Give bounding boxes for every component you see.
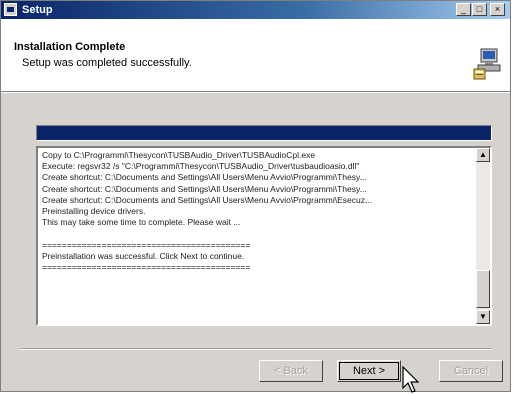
- footer-separator: [21, 348, 492, 350]
- back-button[interactable]: < Back: [259, 360, 323, 382]
- header-panel: Installation Complete Setup was complete…: [1, 19, 510, 91]
- next-button[interactable]: Next >: [337, 360, 401, 382]
- progress-fill: [37, 126, 491, 140]
- window-title: Setup: [22, 4, 53, 16]
- log-line: This may take some time to complete. Ple…: [42, 217, 241, 228]
- scroll-down-arrow-icon[interactable]: ▼: [476, 310, 490, 324]
- log-line: Execute: regsvr32 /s "C:\Programmi\Thesy…: [42, 161, 360, 172]
- minimize-button[interactable]: _: [456, 3, 471, 16]
- log-line: ========================================…: [42, 239, 251, 250]
- log-line: Preinstalling device drivers.: [42, 206, 146, 217]
- log-line: Preinstallation was successful. Click Ne…: [42, 250, 245, 261]
- window-app-icon[interactable]: [4, 3, 17, 16]
- log-scrollbar[interactable]: ▲ ▼: [476, 148, 490, 324]
- maximize-button[interactable]: □: [472, 3, 487, 16]
- setup-window: Setup _ □ × Installation Complete Setup …: [0, 0, 511, 392]
- page-subtitle: Setup was completed successfully.: [22, 57, 192, 69]
- scroll-thumb[interactable]: [476, 270, 490, 308]
- install-progress-bar: [36, 125, 492, 141]
- log-text: Copy to C:\Programmi\Thesycon\TUSBAudio_…: [42, 150, 476, 322]
- install-log[interactable]: Copy to C:\Programmi\Thesycon\TUSBAudio_…: [36, 146, 492, 326]
- scroll-up-arrow-icon[interactable]: ▲: [476, 148, 490, 162]
- close-button[interactable]: ×: [490, 3, 505, 16]
- log-line: Copy to C:\Programmi\Thesycon\TUSBAudio_…: [42, 150, 316, 160]
- page-title: Installation Complete: [14, 41, 126, 53]
- title-bar[interactable]: Setup _ □ ×: [1, 1, 510, 19]
- cancel-button[interactable]: Cancel: [439, 360, 503, 382]
- log-line: ========================================…: [42, 262, 251, 273]
- log-line: Create shortcut: C:\Documents and Settin…: [42, 172, 367, 183]
- mouse-cursor-icon: [402, 366, 420, 393]
- log-line: Create shortcut: C:\Documents and Settin…: [42, 194, 373, 205]
- header-separator: [1, 91, 510, 93]
- setup-computer-icon: [473, 48, 501, 80]
- log-line: Create shortcut: C:\Documents and Settin…: [42, 183, 367, 194]
